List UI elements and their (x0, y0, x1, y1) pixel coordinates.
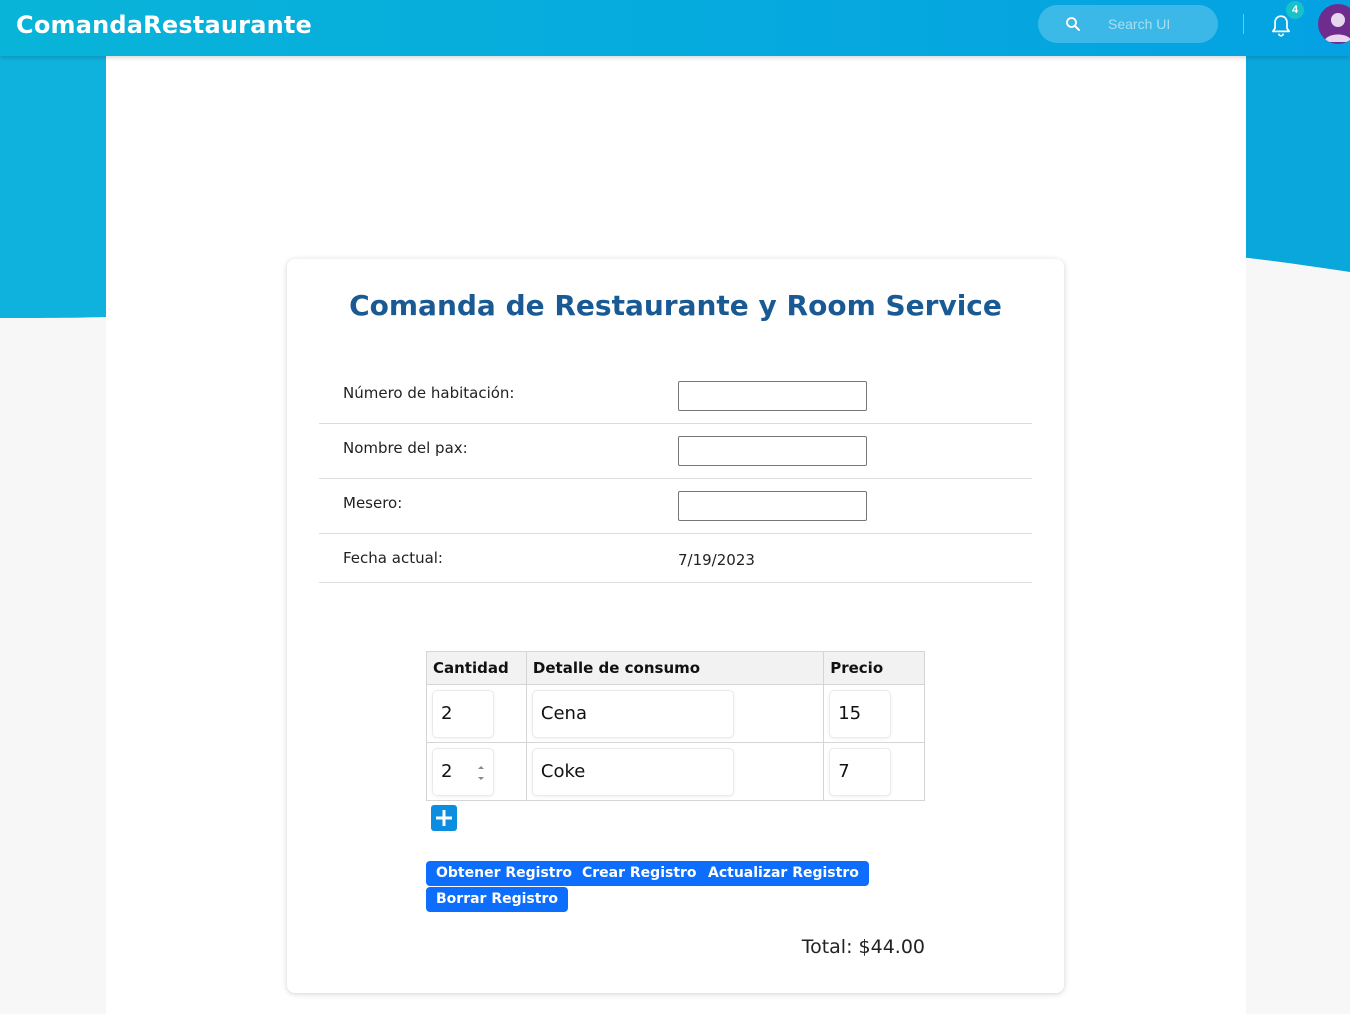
cantidad-value: 2 (441, 761, 453, 782)
cantidad-input[interactable]: 2 (432, 747, 494, 796)
fecha-value: 7/19/2023 (678, 551, 755, 569)
detalle-input[interactable]: Coke (531, 747, 734, 796)
precio-input[interactable]: 15 (829, 689, 892, 738)
fecha-label: Fecha actual: (343, 549, 443, 567)
plus-icon (436, 810, 452, 826)
field-row-mesero: Mesero: (319, 479, 1032, 534)
toolbar-divider (1243, 14, 1244, 34)
header-cantidad: Cantidad (426, 651, 527, 685)
background-wave-right (1230, 56, 1350, 272)
total-amount: Total: $44.00 (801, 936, 925, 958)
page-title: Comanda de Restaurante y Room Service (349, 289, 1002, 322)
search-box[interactable] (1038, 5, 1218, 43)
comanda-card: Comanda de Restaurante y Room Service Nú… (287, 259, 1064, 993)
obtener-registro-button[interactable]: Obtener Registro (426, 861, 582, 886)
table-header-row: Cantidad Detalle de consumo Precio (426, 651, 925, 685)
detalle-input[interactable]: Cena (531, 689, 734, 738)
top-bar: ComandaRestaurante 4 (0, 0, 1350, 56)
crear-registro-button[interactable]: Crear Registro (572, 861, 707, 886)
notification-badge: 4 (1286, 1, 1304, 19)
search-icon (1066, 17, 1080, 31)
habitacion-label: Número de habitación: (343, 384, 515, 402)
field-row-habitacion: Número de habitación: (319, 369, 1032, 424)
cantidad-input[interactable]: 2 (432, 689, 494, 738)
user-icon (1324, 13, 1350, 42)
number-spinner-icon[interactable] (477, 763, 485, 783)
borrar-registro-button[interactable]: Borrar Registro (426, 887, 568, 912)
mesero-input[interactable] (678, 491, 867, 521)
search-input[interactable] (1108, 14, 1208, 34)
avatar[interactable] (1318, 4, 1350, 44)
consumo-table: Cantidad Detalle de consumo Precio 2 Cen… (426, 651, 925, 801)
table-row: 2 Coke 7 (426, 742, 925, 801)
field-row-pax: Nombre del pax: (319, 424, 1032, 479)
pax-input[interactable] (678, 436, 867, 466)
actualizar-registro-button[interactable]: Actualizar Registro (698, 861, 869, 886)
header-precio: Precio (823, 651, 925, 685)
add-row-button[interactable] (431, 805, 457, 831)
mesero-label: Mesero: (343, 494, 403, 512)
header-detalle: Detalle de consumo (525, 651, 825, 685)
table-row: 2 Cena 15 (426, 684, 925, 743)
habitacion-input[interactable] (678, 381, 867, 411)
field-row-fecha: Fecha actual: 7/19/2023 (319, 534, 1032, 583)
app-brand[interactable]: ComandaRestaurante (16, 11, 312, 39)
pax-label: Nombre del pax: (343, 439, 468, 457)
precio-input[interactable]: 7 (829, 747, 892, 796)
